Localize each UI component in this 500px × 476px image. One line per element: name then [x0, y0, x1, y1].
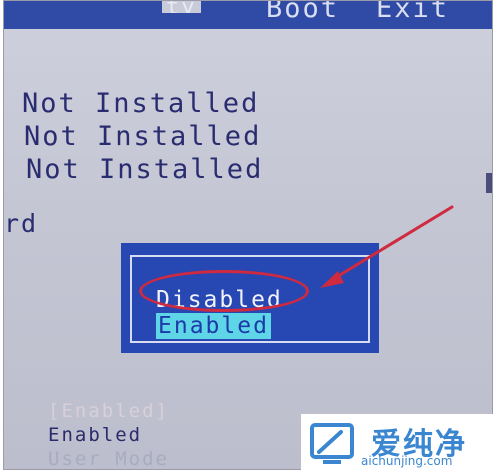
setting-value-selected[interactable]: [Enabled] — [48, 399, 169, 423]
setting-value[interactable]: User Mode — [48, 447, 169, 469]
site-watermark: 爱纯净 aichunjing.com — [301, 414, 497, 474]
watermark-domain: aichunjing.com — [361, 454, 453, 468]
setting-values-list: [Enabled] Enabled User Mode — [48, 399, 169, 469]
screen-icon — [310, 423, 354, 464]
bios-screen: ty Boot Exit Not Installed Not Installed… — [3, 0, 493, 470]
setting-value[interactable]: Enabled — [48, 423, 169, 447]
